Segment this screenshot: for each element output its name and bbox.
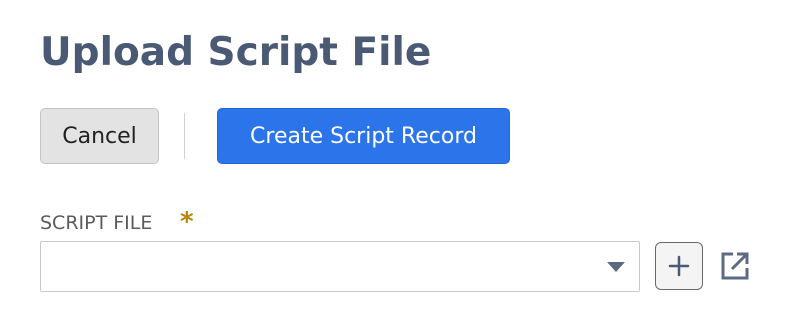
external-link-icon[interactable] (719, 250, 751, 282)
cancel-button[interactable]: Cancel (40, 108, 159, 164)
toolbar-divider (184, 113, 185, 159)
required-indicator: * (180, 207, 194, 237)
upload-script-file-page: Upload Script File Cancel Create Script … (0, 0, 790, 336)
plus-icon (668, 255, 690, 277)
script-file-label: SCRIPT FILE (40, 212, 153, 234)
script-file-select[interactable] (40, 241, 640, 292)
chevron-down-icon[interactable] (607, 262, 625, 272)
add-script-file-button[interactable] (655, 242, 703, 290)
page-title: Upload Script File (40, 30, 432, 75)
create-script-record-button[interactable]: Create Script Record (217, 108, 510, 164)
